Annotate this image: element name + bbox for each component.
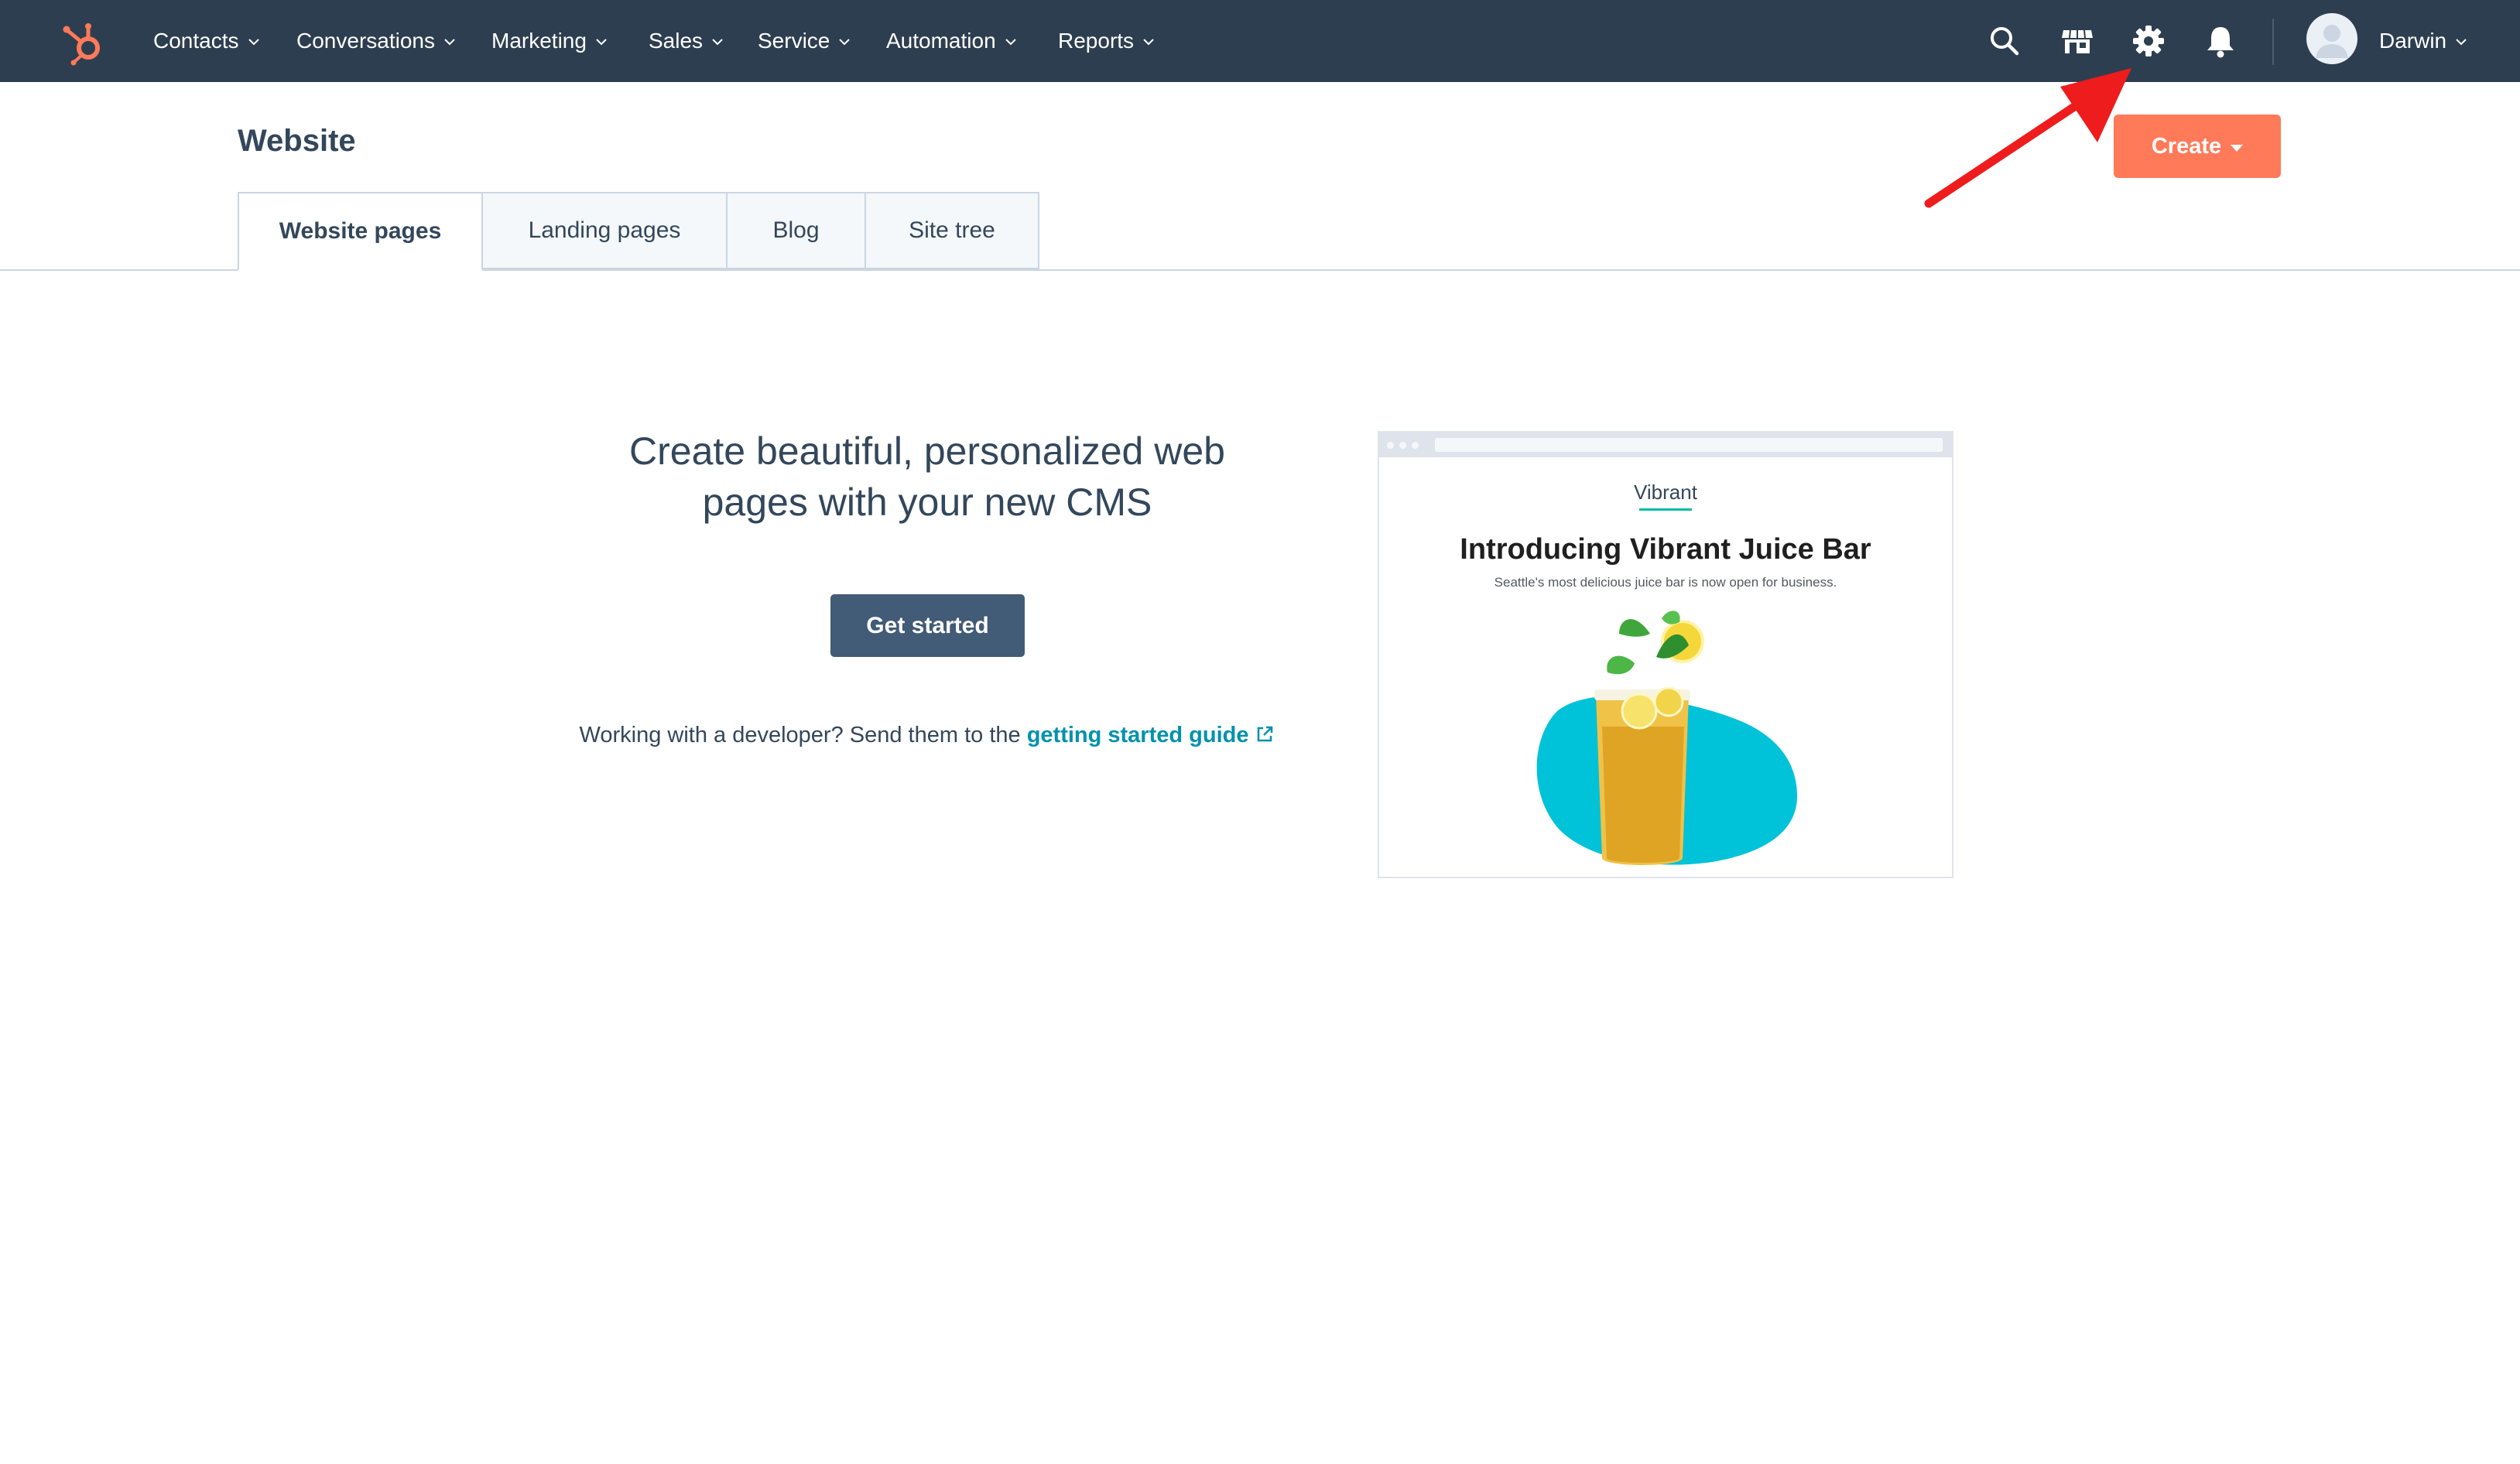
avatar[interactable] [2306,13,2357,64]
get-started-label: Get started [866,612,989,638]
nav-divider [2272,19,2274,65]
juice-glass-illustration [1536,611,1797,865]
create-button-label: Create [2151,133,2222,159]
chevron-down-icon [839,39,851,46]
chevron-down-icon [2456,39,2467,46]
browser-chrome-bar [1379,433,1952,457]
nav-contacts[interactable]: Contacts [153,0,261,82]
developer-note: Working with a developer? Send them to t… [542,723,1313,748]
external-link-icon [1258,726,1273,742]
chevron-down-icon [596,39,607,46]
nav-service[interactable]: Service [758,0,851,82]
window-dot [1387,442,1394,449]
nav-marketing-label: Marketing [491,29,587,53]
page-title: Website [238,124,356,158]
chevron-down-icon [1005,39,1016,46]
link-label: getting started guide [1026,723,1249,747]
tab-label: Landing pages [528,217,681,243]
nav-sales-label: Sales [649,29,704,53]
nav-sales[interactable]: Sales [649,0,724,82]
chevron-down-icon [1143,39,1154,46]
tab-landing-pages[interactable]: Landing pages [481,192,728,269]
preview-brand: Vibrant [1634,481,1697,504]
chevron-down-icon [444,39,455,46]
account-menu[interactable]: Darwin [2379,0,2468,82]
notifications-bell-icon[interactable] [2202,22,2239,60]
user-avatar-icon [2316,25,2348,58]
caret-down-icon [2231,144,2244,152]
nav-conversations-label: Conversations [296,29,435,53]
brand-underline [1639,508,1692,511]
hubspot-logo-icon[interactable] [57,15,108,67]
get-started-button[interactable]: Get started [830,594,1025,657]
settings-gear-icon[interactable] [2130,22,2167,60]
nav-marketing[interactable]: Marketing [491,0,608,82]
getting-started-guide-link[interactable]: getting started guide [1027,723,1275,747]
tab-label: Blog [772,217,820,243]
address-bar [1435,438,1943,452]
developer-note-text: Working with a developer? Send them to t… [579,723,1027,747]
tab-label: Site tree [909,217,995,243]
nav-reports-label: Reports [1058,29,1135,53]
annotation-arrow-icon [1924,68,2131,208]
preview-title: Introducing Vibrant Juice Bar [1460,533,1871,566]
tab-website-pages[interactable]: Website pages [238,192,483,271]
nav-contacts-label: Contacts [153,29,239,53]
nav-conversations[interactable]: Conversations [296,0,457,82]
tab-blog[interactable]: Blog [726,192,866,269]
tab-site-tree[interactable]: Site tree [865,192,1039,269]
website-preview-card: Vibrant Introducing Vibrant Juice Bar Se… [1378,431,1953,878]
search-icon[interactable] [1986,22,2023,60]
nav-service-label: Service [758,29,830,53]
nav-automation-label: Automation [886,29,996,53]
account-name-label: Darwin [2379,29,2447,53]
chevron-down-icon [712,39,723,46]
nav-reports[interactable]: Reports [1058,0,1156,82]
heading-line-1: Create beautiful, personalized web [629,429,1225,473]
empty-state-heading: Create beautiful, personalized web pages… [542,426,1313,528]
window-dot [1412,442,1419,449]
heading-line-2: pages with your new CMS [702,481,1152,524]
nav-automation[interactable]: Automation [886,0,1018,82]
window-dot [1399,442,1406,449]
marketplace-icon[interactable] [2059,22,2096,60]
preview-subtitle: Seattle's most delicious juice bar is no… [1494,575,1837,590]
tab-label: Website pages [279,218,442,244]
chevron-down-icon [248,39,259,46]
